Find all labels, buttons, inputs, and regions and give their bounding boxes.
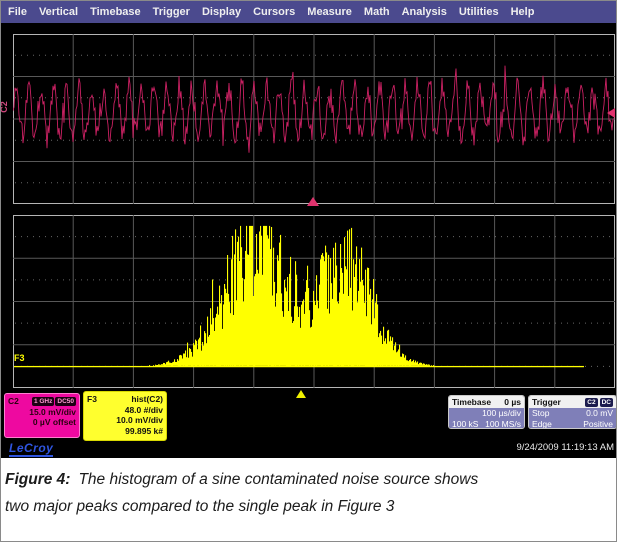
timebase-rate: 100 MS/s	[485, 419, 521, 430]
menu-trigger[interactable]: Trigger	[153, 6, 190, 18]
timebase-samples: 100 kS	[452, 419, 478, 430]
f3-trace-label: F3	[14, 353, 25, 363]
menu-measure[interactable]: Measure	[307, 6, 352, 18]
figure-caption-text: The histogram of a sine contaminated noi…	[5, 471, 478, 515]
menu-cursors[interactable]: Cursors	[253, 6, 295, 18]
f3-descriptor-label: F3	[87, 394, 97, 405]
trigger-slope: Positive	[583, 419, 613, 430]
trigger-summary-box[interactable]: Trigger C2 DC Stop 0.0 mV Edge Positive	[528, 395, 617, 429]
trigger-mode: Stop	[532, 408, 550, 419]
f3-function: hist(C2)	[131, 394, 163, 405]
c2-bandwidth-badge: 1 GHz	[32, 397, 54, 406]
timebase-scale: 100 µs/div	[482, 408, 521, 419]
trigger-badges: C2 DC	[585, 398, 613, 407]
menu-file[interactable]: File	[8, 6, 27, 18]
menu-bar: File Vertical Timebase Trigger Display C…	[1, 1, 617, 23]
trigger-source-badge: C2	[585, 398, 597, 407]
trigger-label: Trigger	[532, 397, 561, 407]
c2-offset: 0 µV offset	[8, 417, 76, 428]
trigger-time-marker[interactable]	[307, 197, 319, 206]
menu-help[interactable]: Help	[511, 6, 535, 18]
f3-count-scale: 48.0 #/div	[87, 405, 163, 416]
menu-utilities[interactable]: Utilities	[459, 6, 499, 18]
figure-caption-label: Figure 4:	[5, 471, 70, 488]
trigger-level: 0.0 mV	[586, 408, 613, 419]
trigger-type: Edge	[532, 419, 552, 430]
f3-population: 99.895 k#	[87, 426, 163, 437]
lecroy-logo: LeCroy	[9, 441, 53, 457]
channel-descriptor-c2[interactable]: C2 1 GHz DC50 15.0 mV/div 0 µV offset	[4, 393, 80, 438]
timebase-position: 0 µs	[504, 397, 521, 407]
c2-coupling-badges: 1 GHz DC50	[32, 397, 76, 406]
f3-bin-scale: 10.0 mV/div	[87, 415, 163, 426]
c2-coupling-badge: DC50	[55, 397, 76, 406]
screenshot-root: File Vertical Timebase Trigger Display C…	[0, 0, 617, 542]
menu-analysis[interactable]: Analysis	[402, 6, 447, 18]
menu-timebase[interactable]: Timebase	[90, 6, 141, 18]
menu-vertical[interactable]: Vertical	[39, 6, 78, 18]
menu-math[interactable]: Math	[364, 6, 390, 18]
oscilloscope-screen: File Vertical Timebase Trigger Display C…	[1, 1, 617, 458]
timebase-label: Timebase	[452, 397, 491, 407]
c2-trace-label: C2	[0, 101, 9, 113]
timebase-summary-box[interactable]: Timebase 0 µs 100 µs/div 100 kS 100 MS/s	[448, 395, 525, 429]
trigger-level-marker[interactable]	[607, 108, 615, 118]
c2-vertical-scale: 15.0 mV/div	[8, 407, 76, 418]
figure-caption: Figure 4:The histogram of a sine contami…	[1, 458, 617, 542]
trace-descriptor-f3[interactable]: F3 hist(C2) 48.0 #/div 10.0 mV/div 99.89…	[83, 391, 167, 441]
bottom-grid-f3-histogram	[13, 215, 615, 388]
top-grid-c2-waveform	[13, 34, 615, 204]
menu-display[interactable]: Display	[202, 6, 241, 18]
trigger-coupling-badge: DC	[600, 398, 613, 407]
datetime-display: 9/24/2009 11:19:13 AM	[516, 442, 614, 453]
histogram-center-marker[interactable]	[296, 390, 306, 398]
c2-descriptor-label: C2	[8, 396, 19, 407]
